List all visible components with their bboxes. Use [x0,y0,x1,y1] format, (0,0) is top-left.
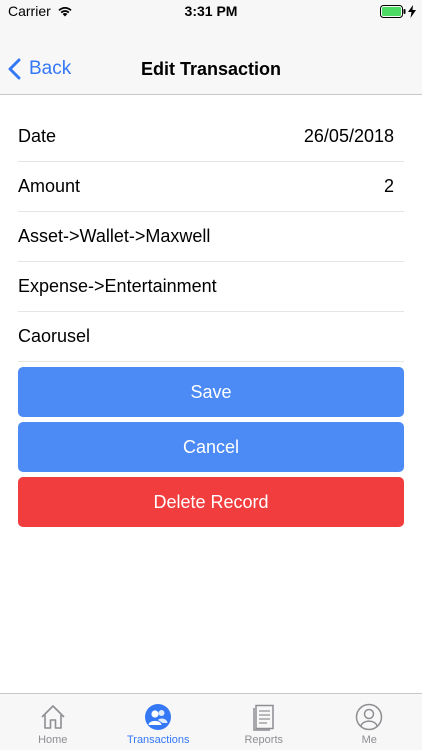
status-time: 3:31 PM [184,3,238,19]
tab-transactions-label: Transactions [126,734,190,746]
navigation-bar: Back Edit Transaction [0,24,422,95]
cancel-button[interactable]: Cancel [18,422,404,472]
tab-bar: Home Transactions Reports Me [0,693,422,750]
charging-bolt-icon [408,5,416,18]
to-account-value[interactable]: Expense->Entertainment [18,276,217,297]
amount-label: Amount [18,176,81,196]
date-label: Date [18,126,57,146]
save-button[interactable]: Save [18,367,404,417]
from-account-row[interactable]: Asset->Wallet->Maxwell [18,212,404,262]
tab-home[interactable]: Home [0,694,106,750]
description-value[interactable]: Caorusel [18,326,90,347]
tab-reports-label: Reports [244,734,284,746]
date-row[interactable]: Date 26/05/2018 [18,112,404,162]
transaction-form: Date 26/05/2018 Amount 2 Asset->Wallet->… [18,112,404,362]
amount-value[interactable]: 2 [384,176,404,197]
to-account-row[interactable]: Expense->Entertainment [18,262,404,312]
status-bar: Carrier 3:31 PM [0,0,422,24]
home-icon [39,702,67,732]
tab-home-label: Home [38,734,68,746]
person-icon [355,702,383,732]
tab-transactions[interactable]: Transactions [106,694,212,750]
tab-me-label: Me [361,734,377,746]
amount-row[interactable]: Amount 2 [18,162,404,212]
from-account-value[interactable]: Asset->Wallet->Maxwell [18,226,210,247]
page-title: Edit Transaction [140,59,282,79]
tab-reports[interactable]: Reports [211,694,317,750]
tab-me[interactable]: Me [317,694,422,750]
people-icon [144,702,172,732]
delete-record-button[interactable]: Delete Record [18,477,404,527]
document-icon [250,702,278,732]
battery-icon [380,5,416,18]
description-row[interactable]: Caorusel [18,312,404,362]
date-value[interactable]: 26/05/2018 [304,126,404,147]
